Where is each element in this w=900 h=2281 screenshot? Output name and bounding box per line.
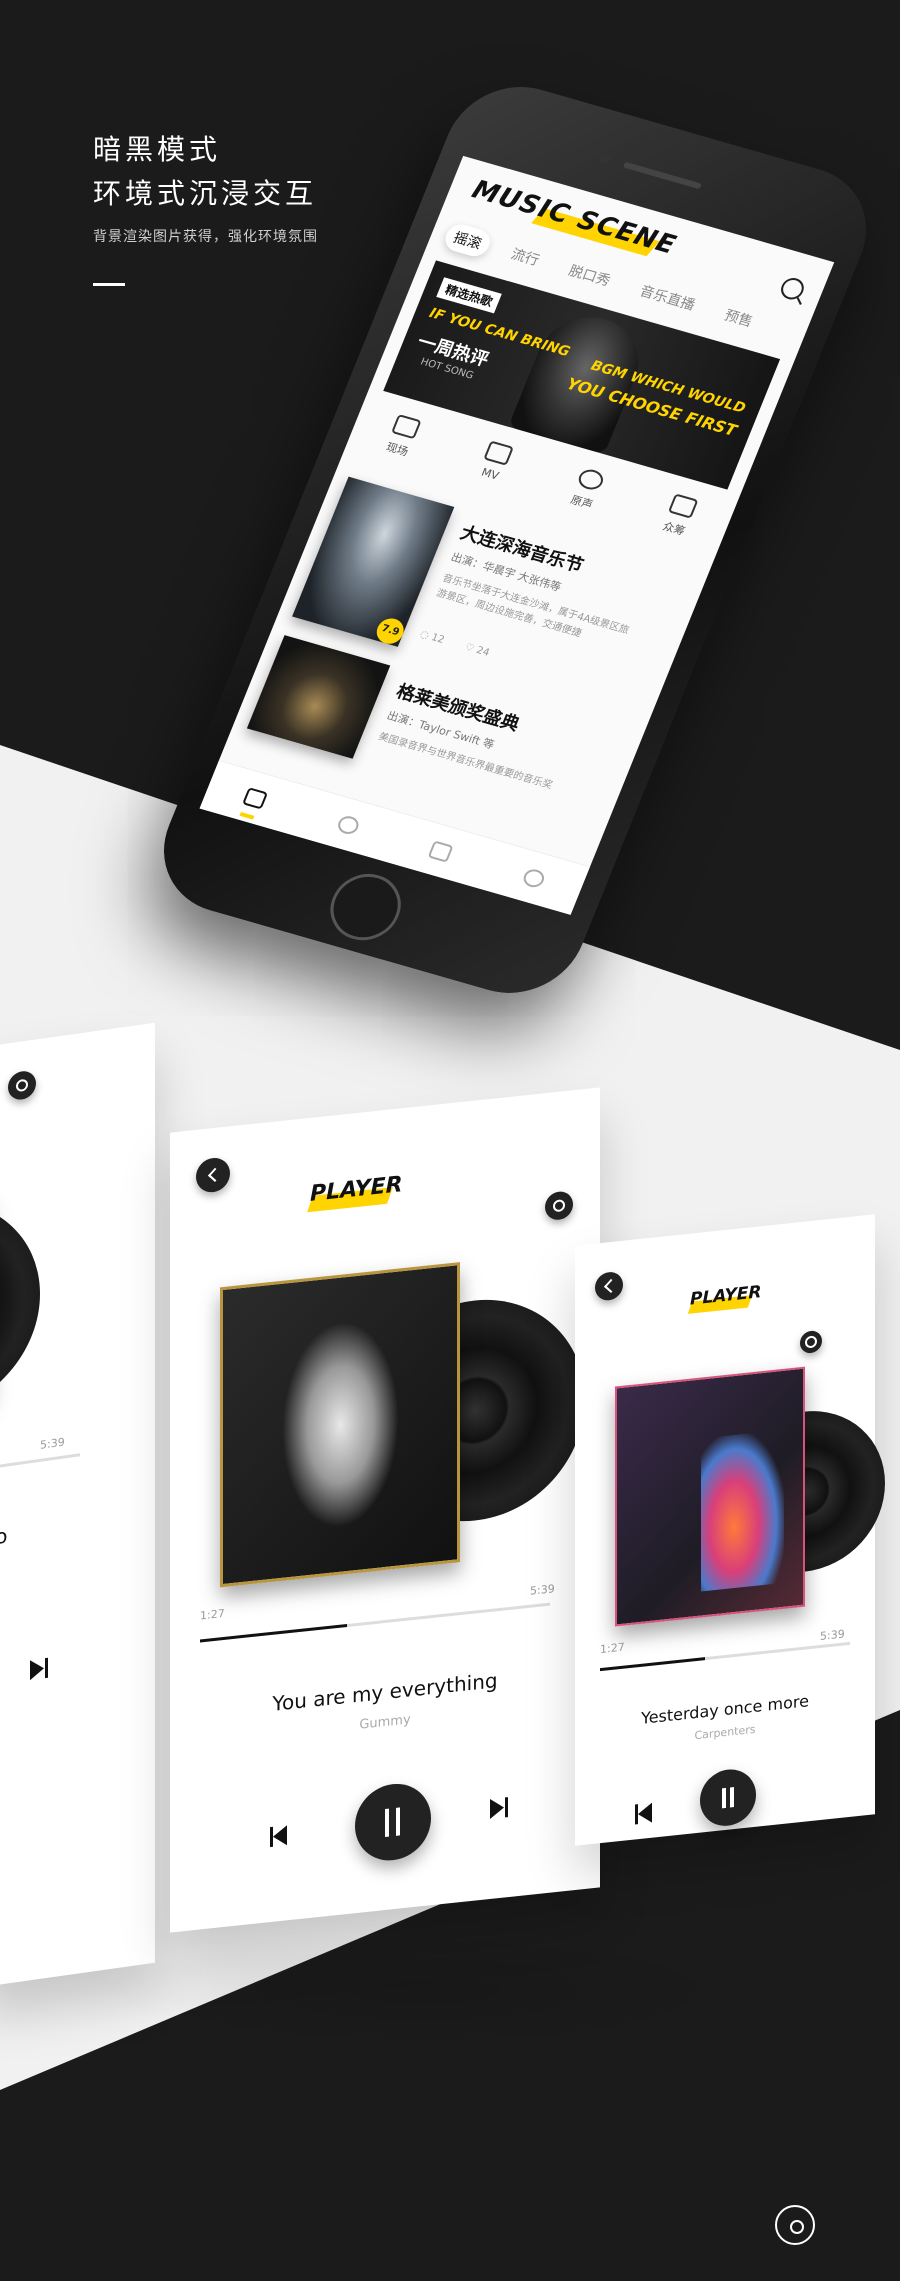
pause-button[interactable] xyxy=(355,1780,431,1865)
category-live[interactable]: 现场 xyxy=(361,408,444,466)
player-screen-main: PLAYER 1:27 5:39 You are my everything G… xyxy=(170,1087,600,1933)
speaker xyxy=(622,161,702,190)
search-icon[interactable] xyxy=(777,275,808,303)
active-tab-indicator xyxy=(239,812,255,820)
layers-icon[interactable] xyxy=(428,840,455,863)
category-crowdfund-label: 众筹 xyxy=(660,519,687,538)
tab-talkshow[interactable]: 脱口秀 xyxy=(557,254,623,296)
like-count-value: 24 xyxy=(474,645,492,659)
profile-icon[interactable] xyxy=(520,866,547,889)
back-arrow-icon[interactable] xyxy=(196,1156,230,1194)
category-crowdfund[interactable]: 众筹 xyxy=(637,487,720,545)
home-icon[interactable] xyxy=(242,786,269,810)
pause-button[interactable] xyxy=(700,1766,756,1829)
previous-icon[interactable] xyxy=(635,1803,653,1825)
album-cover xyxy=(220,1262,460,1588)
event-stats: ◌ 12 ♡ 24 xyxy=(418,629,491,659)
tab-live[interactable]: 音乐直播 xyxy=(628,275,708,321)
wallet-icon xyxy=(667,493,699,519)
back-arrow-icon[interactable] xyxy=(595,1270,623,1302)
home-button[interactable] xyxy=(320,865,412,949)
disc-icon xyxy=(575,466,607,493)
tab-rock[interactable]: 摇滚 xyxy=(441,221,495,260)
category-soundtrack[interactable]: 原声 xyxy=(545,461,628,519)
event-poster xyxy=(246,635,391,759)
ticket-icon xyxy=(391,414,422,440)
progress-fill xyxy=(600,1657,705,1672)
player-logo: PLAYER xyxy=(310,1172,403,1207)
floor-shadow xyxy=(100,1930,750,2050)
event-poster xyxy=(292,476,455,647)
total-time: 5:39 xyxy=(40,1435,65,1452)
current-time: 1:27 xyxy=(200,1606,225,1623)
app-screen: MUSIC SCENE 摇滚 流行 脱口秀 音乐直播 预售 精选热歌 IF YO… xyxy=(199,155,835,915)
phone-mockup: MUSIC SCENE 摇滚 流行 脱口秀 音乐直播 预售 精选热歌 IF YO… xyxy=(142,70,900,1030)
headphones-icon[interactable] xyxy=(335,813,362,836)
share-icon[interactable] xyxy=(545,1190,573,1222)
category-mv-label: MV xyxy=(479,465,501,483)
hero-divider xyxy=(93,283,125,286)
comment-count-value: 12 xyxy=(429,632,446,646)
banner-tag: 精选热歌 xyxy=(436,277,502,314)
share-icon[interactable] xyxy=(800,1329,822,1355)
category-live-label: 现场 xyxy=(384,440,411,459)
progress-bar[interactable] xyxy=(600,1641,850,1672)
share-icon[interactable] xyxy=(8,1069,36,1102)
category-soundtrack-label: 原声 xyxy=(568,493,595,512)
comment-count[interactable]: ◌ 12 xyxy=(418,629,446,646)
current-time: 1:27 xyxy=(600,1640,625,1657)
camera-icon xyxy=(597,152,612,165)
vinyl-disc xyxy=(0,1188,40,1429)
song-title: do xyxy=(0,1523,8,1551)
like-count[interactable]: ♡ 24 xyxy=(463,642,491,659)
video-icon xyxy=(483,440,514,466)
tab-presale[interactable]: 预售 xyxy=(712,299,765,337)
phone-body: MUSIC SCENE 摇滚 流行 脱口秀 音乐直播 预售 精选热歌 IF YO… xyxy=(142,70,888,1010)
player-screen-right: PLAYER 1:27 5:39 Yesterday once more Car… xyxy=(575,1214,885,1846)
total-time: 5:39 xyxy=(820,1627,845,1644)
player-logo: PLAYER xyxy=(690,1282,762,1310)
previous-icon[interactable] xyxy=(270,1825,288,1847)
next-icon[interactable] xyxy=(490,1797,508,1819)
total-time: 5:39 xyxy=(530,1582,555,1598)
category-mv[interactable]: MV xyxy=(453,434,536,492)
progress-bar[interactable] xyxy=(0,1453,80,1471)
next-icon[interactable] xyxy=(30,1658,48,1681)
progress-bar[interactable] xyxy=(200,1602,550,1643)
album-cover xyxy=(615,1366,805,1627)
tab-pop[interactable]: 流行 xyxy=(499,238,552,276)
player-screen-left: 5:39 do xyxy=(0,1022,155,1988)
progress-fill xyxy=(200,1623,347,1643)
disc-logo-icon[interactable] xyxy=(775,2205,815,2245)
